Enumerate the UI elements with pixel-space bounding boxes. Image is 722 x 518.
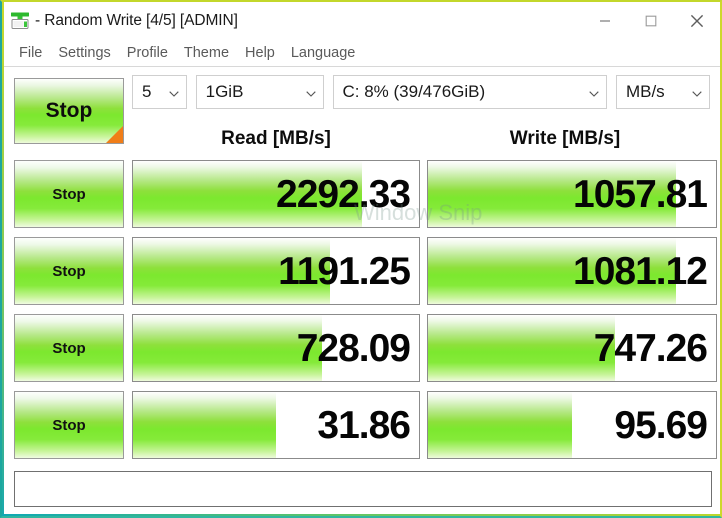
header-write: Write [MB/s] [509, 128, 621, 149]
column-headers: Read [MB/s] Write [MB/s] [132, 128, 710, 150]
read-score-row-2: 1191.25 [132, 237, 420, 305]
read-bar-row-3 [133, 315, 322, 381]
write-value-row-3: 747.26 [593, 326, 708, 370]
write-score-row-1: 1057.81 [427, 160, 717, 228]
read-value-row-1: 2292.33 [276, 172, 411, 216]
table-row: Stop 2292.33 1057.81 [14, 160, 717, 228]
menu-item-settings[interactable]: Settings [50, 45, 118, 61]
menu-item-file[interactable]: File [11, 45, 50, 61]
drive-select[interactable]: C: 8% (39/476GiB) [332, 75, 607, 109]
write-score-row-3: 747.26 [427, 314, 717, 382]
menu-item-help[interactable]: Help [237, 45, 283, 61]
menu-item-language[interactable]: Language [283, 45, 364, 61]
close-icon[interactable] [674, 2, 720, 39]
header-read: Read [MB/s] [221, 128, 331, 149]
stop-button-row-2[interactable]: Stop [14, 237, 124, 305]
stop-label: Stop [52, 185, 86, 203]
table-row: Stop 31.86 95.69 [14, 391, 717, 459]
read-bar-row-4 [133, 392, 276, 458]
read-score-row-3: 728.09 [132, 314, 420, 382]
maximize-icon[interactable] [628, 2, 674, 39]
unit-select[interactable]: MB/s [615, 75, 710, 109]
chevron-down-icon [692, 82, 702, 102]
table-row: Stop 728.09 747.26 [14, 314, 717, 382]
read-score-row-4: 31.86 [132, 391, 420, 459]
title-bar: - Random Write [4/5] [ADMIN] [2, 2, 720, 39]
stop-all-button[interactable]: Stop [14, 78, 124, 144]
window-controls [582, 2, 720, 39]
minimize-icon[interactable] [582, 2, 628, 39]
write-value-row-2: 1081.12 [573, 249, 708, 293]
table-row: Stop 1191.25 1081.12 [14, 237, 717, 305]
write-bar-row-3 [428, 315, 616, 381]
read-value-row-3: 728.09 [296, 326, 411, 370]
write-score-row-4: 95.69 [427, 391, 717, 459]
stop-label: Stop [52, 416, 86, 434]
menu-bar: File Settings Profile Theme Help Languag… [2, 39, 720, 67]
stop-label: Stop [52, 262, 86, 280]
results-table: Stop 2292.33 1057.81 Stop 1191.25 1081.1… [14, 160, 717, 468]
chevron-down-icon [168, 82, 179, 102]
crystaldiskmark-icon [9, 10, 31, 32]
write-value-row-1: 1057.81 [573, 172, 708, 216]
drive-value: C: 8% (39/476GiB) [342, 82, 486, 101]
window-title: - Random Write [4/5] [ADMIN] [35, 11, 238, 29]
menu-item-theme[interactable]: Theme [176, 45, 237, 61]
status-box [14, 471, 712, 507]
running-indicator-corner [106, 126, 123, 143]
test-count-select[interactable]: 5 [132, 75, 187, 109]
stop-label: Stop [52, 339, 86, 357]
write-bar-row-4 [428, 392, 572, 458]
test-count-value: 5 [142, 82, 152, 101]
app-window: - Random Write [4/5] [ADMIN] File Settin… [0, 0, 722, 518]
stop-button-row-4[interactable]: Stop [14, 391, 124, 459]
write-value-row-4: 95.69 [614, 403, 708, 447]
stop-all-label: Stop [45, 99, 93, 122]
stop-button-row-3[interactable]: Stop [14, 314, 124, 382]
menu-item-profile[interactable]: Profile [119, 45, 176, 61]
stop-button-row-1[interactable]: Stop [14, 160, 124, 228]
unit-value: MB/s [625, 82, 665, 101]
chevron-down-icon [305, 82, 316, 102]
read-score-row-1: 2292.33 [132, 160, 420, 228]
test-size-value: 1GiB [205, 82, 244, 101]
read-value-row-4: 31.86 [317, 403, 411, 447]
test-size-select[interactable]: 1GiB [195, 75, 324, 109]
read-value-row-2: 1191.25 [278, 249, 411, 293]
chevron-down-icon [589, 82, 599, 102]
write-score-row-2: 1081.12 [427, 237, 717, 305]
